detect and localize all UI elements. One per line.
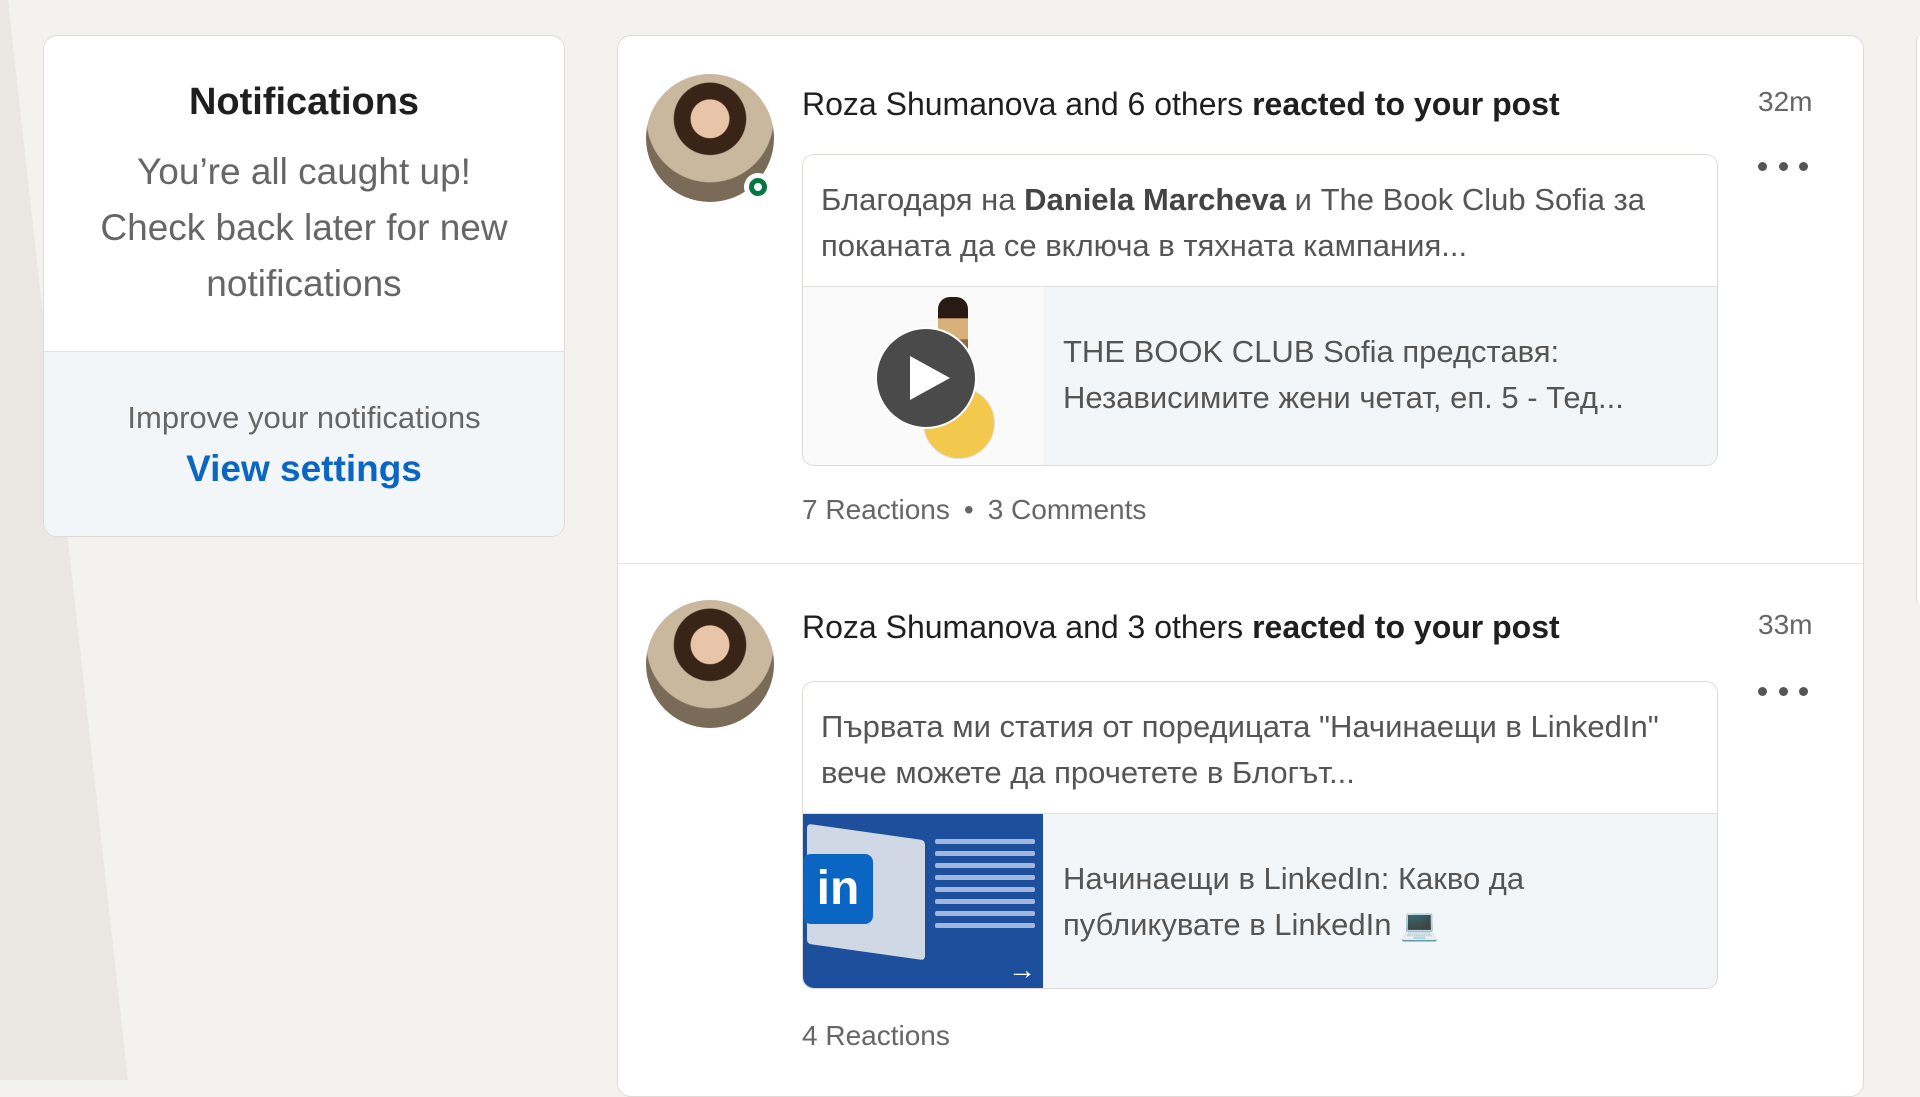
avatar[interactable]: [646, 600, 774, 728]
attachment-title[interactable]: THE BOOK CLUB Sofia представя: Независим…: [1063, 329, 1697, 421]
notification-item[interactable]: Roza Shumanova and 6 others reacted to y…: [618, 36, 1863, 564]
post-text: Първата ми статия от поредицата "Начинае…: [821, 709, 1659, 790]
stats-separator: •: [963, 494, 974, 525]
video-thumbnail[interactable]: [803, 287, 1043, 465]
summary-top: Notifications You’re all caught up! Chec…: [44, 36, 564, 351]
online-status-icon: [744, 173, 772, 201]
timestamp: 32m: [1758, 86, 1813, 117]
others-text: and 6 others: [1065, 86, 1244, 122]
right-panel-edge: [1916, 35, 1920, 605]
post-stats: 4 Reactions: [802, 1020, 950, 1052]
attachment-title[interactable]: Начинаещи в LinkedIn: Какво да публикува…: [1063, 856, 1697, 948]
thumbnail-text-lines: [935, 832, 1035, 935]
others-text: and 3 others: [1065, 609, 1244, 645]
play-icon[interactable]: [875, 327, 977, 429]
article-thumbnail[interactable]: in →: [803, 814, 1043, 988]
more-options-icon[interactable]: [1758, 681, 1808, 701]
sidebar-title: Notifications: [188, 81, 420, 123]
view-settings-link[interactable]: View settings: [186, 448, 422, 490]
reactions-count[interactable]: 4 Reactions: [802, 1020, 950, 1051]
post-text: Благодаря на Daniela Marcheva и The Book…: [803, 155, 1717, 285]
notification-item[interactable]: Roza Shumanova and 3 others reacted to y…: [618, 564, 1863, 1096]
actor-name[interactable]: Roza Shumanova: [802, 86, 1056, 122]
mentioned-name: Daniela Marcheva: [1024, 182, 1287, 217]
actor-name[interactable]: Roza Shumanova: [802, 609, 1056, 645]
notification-headline[interactable]: Roza Shumanova and 3 others reacted to y…: [802, 609, 1560, 646]
action-text: reacted to your post: [1252, 86, 1560, 122]
caught-up-message: You’re all caught up! Check back later f…: [100, 151, 508, 304]
post-preview[interactable]: Благодаря на Daniela Marcheva и The Book…: [802, 154, 1718, 466]
post-text-part: Благодаря на: [821, 182, 1016, 217]
notification-feed: Roza Shumanova and 6 others reacted to y…: [617, 35, 1864, 1097]
settings-section: Improve your notifications View settings: [44, 351, 564, 536]
post-stats: 7 Reactions • 3 Comments: [802, 494, 1146, 526]
linkedin-logo-icon: in: [803, 854, 873, 924]
attachment[interactable]: in → Начинаещи в LinkedIn: Какво да публ…: [803, 813, 1717, 988]
post-preview[interactable]: Първата ми статия от поредицата "Начинае…: [802, 681, 1718, 989]
timestamp: 33m: [1758, 609, 1813, 640]
action-text: reacted to your post: [1252, 609, 1560, 645]
comments-count[interactable]: 3 Comments: [988, 494, 1147, 525]
attachment[interactable]: THE BOOK CLUB Sofia представя: Независим…: [803, 286, 1717, 465]
notifications-summary-card: Notifications You’re all caught up! Chec…: [43, 35, 565, 537]
notification-headline[interactable]: Roza Shumanova and 6 others reacted to y…: [802, 86, 1560, 123]
reactions-count[interactable]: 7 Reactions: [802, 494, 950, 525]
more-options-icon[interactable]: [1758, 156, 1808, 176]
improve-notifications-label: Improve your notifications: [127, 400, 481, 435]
arrow-right-icon: →: [1008, 954, 1036, 985]
